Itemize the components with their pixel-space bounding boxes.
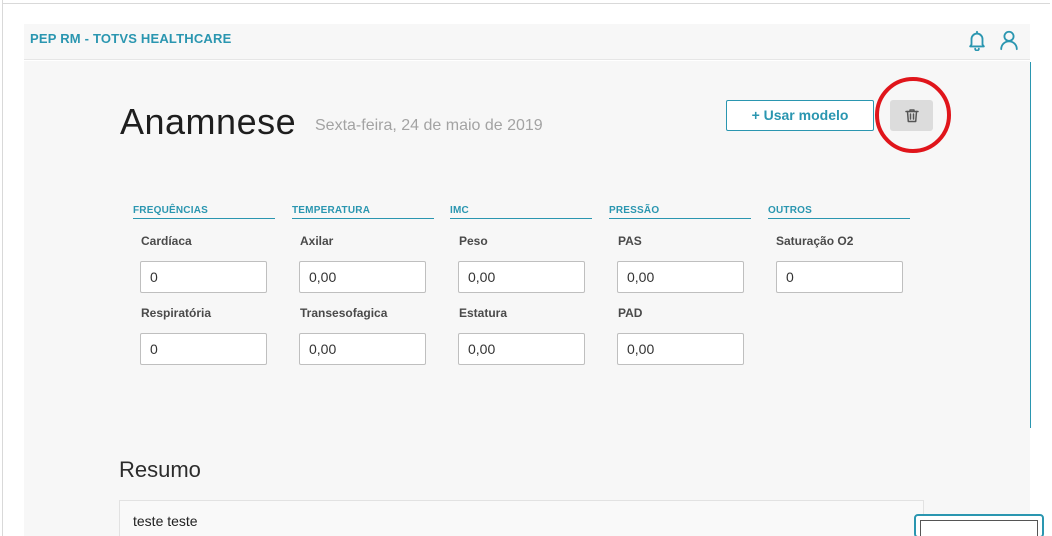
group-label: FREQUÊNCIAS xyxy=(133,205,275,219)
group-pressao: PRESSÃO xyxy=(609,205,751,219)
app-header: PEP RM - TOTVS HEALTHCARE xyxy=(24,24,1030,60)
use-model-button[interactable]: + Usar modelo xyxy=(726,100,874,131)
app-title: PEP RM - TOTVS HEALTHCARE xyxy=(30,31,232,46)
group-outros: OUTROS xyxy=(768,205,910,219)
floating-widget-inner xyxy=(920,520,1038,536)
field-label-respiratoria: Respiratória xyxy=(141,306,212,320)
group-frequencias: FREQUÊNCIAS xyxy=(133,205,275,219)
field-label-transesofagica: Transesofagica xyxy=(300,306,388,320)
window-border-top xyxy=(2,3,1050,4)
page-date: Sexta-feira, 24 de maio de 2019 xyxy=(315,117,543,134)
peso-input[interactable]: 0,00 xyxy=(458,261,585,293)
page-title: Anamnese xyxy=(120,101,297,142)
summary-textarea[interactable]: teste teste xyxy=(119,500,924,536)
group-temperatura: TEMPERATURA xyxy=(292,205,434,219)
field-label-axilar: Axilar xyxy=(300,234,334,248)
main-content: Anamnese Sexta-feira, 24 de maio de 2019… xyxy=(24,61,1030,536)
summary-title: Resumo xyxy=(119,457,201,482)
cardiaca-input[interactable]: 0 xyxy=(140,261,267,293)
group-imc: IMC xyxy=(450,205,592,219)
field-label-peso: Peso xyxy=(459,234,488,248)
axilar-input[interactable]: 0,00 xyxy=(299,261,426,293)
group-label: IMC xyxy=(450,205,592,219)
transesofagica-input[interactable]: 0,00 xyxy=(299,333,426,365)
group-label: TEMPERATURA xyxy=(292,205,434,219)
pad-input[interactable]: 0,00 xyxy=(617,333,744,365)
highlight-annotation xyxy=(875,77,951,153)
respiratoria-input[interactable]: 0 xyxy=(140,333,267,365)
estatura-input[interactable]: 0,00 xyxy=(458,333,585,365)
summary-text: teste teste xyxy=(133,513,198,529)
user-icon[interactable] xyxy=(998,29,1020,51)
bell-icon[interactable] xyxy=(966,29,988,52)
field-label-pas: PAS xyxy=(618,234,642,248)
group-label: PRESSÃO xyxy=(609,205,751,219)
field-label-cardiaca: Cardíaca xyxy=(141,234,192,248)
field-label-estatura: Estatura xyxy=(459,306,508,320)
field-label-pad: PAD xyxy=(618,306,643,320)
window-border-left xyxy=(2,0,3,536)
field-label-saturacao-o2: Saturação O2 xyxy=(776,234,854,248)
pas-input[interactable]: 0,00 xyxy=(617,261,744,293)
group-label: OUTROS xyxy=(768,205,910,219)
saturacao-o2-input[interactable]: 0 xyxy=(776,261,903,293)
